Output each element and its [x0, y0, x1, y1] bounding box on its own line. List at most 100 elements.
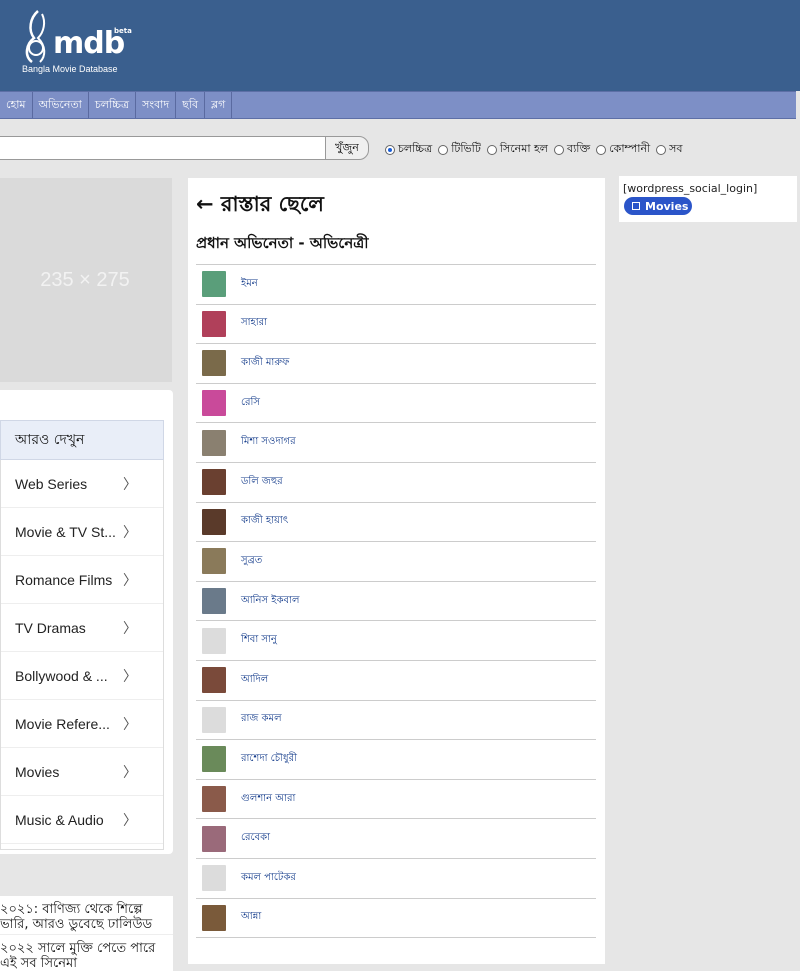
search-option-label: সিনেমা হল	[499, 142, 548, 155]
cast-avatar[interactable]	[202, 390, 226, 417]
movie-title[interactable]: ← রাস্তার ছেলে	[196, 188, 324, 223]
cast-name-link[interactable]: শিবা সানু	[241, 632, 277, 649]
news-link[interactable]: ২০২১: বাণিজ্য থেকে শিল্পে ভারি, আরও ডুবে…	[0, 896, 173, 935]
chevron-right-icon: 〉	[123, 571, 137, 588]
cast-avatar[interactable]	[202, 865, 226, 892]
search-option-tvt[interactable]: টিভিটি	[438, 140, 481, 159]
ad-placeholder: 235 × 275	[0, 178, 172, 382]
cast-name-link[interactable]: কাজী হায়াৎ	[241, 513, 288, 530]
search-option-label: চলচ্চিত্র	[398, 142, 433, 155]
search-option-all[interactable]: সব	[656, 140, 683, 159]
cast-avatar[interactable]	[202, 627, 226, 654]
cast-row[interactable]: সাহারা	[196, 305, 596, 345]
cast-name-link[interactable]: মিশা সওদাগর	[241, 434, 296, 451]
cast-avatar[interactable]	[202, 310, 226, 337]
cast-name-link[interactable]: আদিল	[241, 672, 268, 689]
search-option-cinema-hall[interactable]: সিনেমা হল	[486, 140, 548, 159]
cast-avatar[interactable]	[202, 469, 226, 496]
cast-name-link[interactable]: কাজী মারুফ	[241, 355, 289, 372]
search-option-movie[interactable]: চলচ্চিত্র	[385, 140, 432, 159]
cast-row[interactable]: সুব্রত	[196, 542, 596, 582]
cast-avatar[interactable]	[202, 271, 226, 298]
cast-row[interactable]: কমল পাটেকর	[196, 859, 596, 899]
cast-row[interactable]: রাজ কমল	[196, 701, 596, 741]
cast-avatar[interactable]	[202, 350, 226, 377]
see-more-item[interactable]: Bollywood & ... 〉	[1, 652, 163, 700]
see-more-item[interactable]: Music & Audio 〉	[1, 796, 163, 844]
cast-row[interactable]: কাজী মারুফ	[196, 344, 596, 384]
cast-row[interactable]: গুলশান আরা	[196, 780, 596, 820]
movies-button[interactable]: Movies	[624, 197, 692, 215]
see-more-item-label: Music & Audio	[15, 811, 104, 828]
cast-row[interactable]: রাশেদা চৌধুরী	[196, 740, 596, 780]
radio-icon[interactable]	[596, 144, 607, 155]
cast-name-link[interactable]: গুলশান আরা	[241, 791, 295, 808]
radio-icon[interactable]	[656, 144, 667, 155]
cast-name-link[interactable]: রাজ কমল	[241, 711, 282, 728]
cast-name-link[interactable]: রেবেকা	[241, 830, 270, 847]
nav-item-movies[interactable]: চলচ্চিত্র	[89, 92, 137, 118]
see-more-item[interactable]: Movie & TV St... 〉	[1, 508, 163, 556]
cast-name-link[interactable]: ইমন	[241, 276, 258, 293]
cast-avatar[interactable]	[202, 746, 226, 773]
movie-cast-card: ← রাস্তার ছেলে প্রধান অভিনেতা - অভিনেত্র…	[188, 178, 605, 964]
search-type-options: চলচ্চিত্র টিভিটি সিনেমা হল ব্যক্তি কোম্প…	[385, 140, 689, 159]
radio-icon[interactable]	[554, 144, 564, 155]
nav-item-blog[interactable]: ব্লগ	[205, 92, 233, 118]
cast-name-link[interactable]: আনিস ইকবাল	[241, 593, 299, 610]
cast-name-link[interactable]: কমল পাটেকর	[241, 870, 296, 887]
see-more-item[interactable]: Movie Refere... 〉	[1, 700, 163, 748]
search-option-person[interactable]: ব্যক্তি	[554, 140, 590, 159]
nav-item-actors[interactable]: অভিনেতা	[33, 92, 89, 118]
cast-row[interactable]: ইমন	[196, 265, 596, 305]
cast-row[interactable]: আন্না	[196, 899, 596, 939]
chevron-right-icon: 〉	[123, 619, 137, 636]
cast-name-link[interactable]: রেসি	[241, 395, 260, 412]
cast-avatar[interactable]	[202, 429, 226, 456]
cast-name-link[interactable]: সাহারা	[241, 315, 267, 332]
cast-avatar[interactable]	[202, 825, 226, 852]
cast-name-link[interactable]: ডলি জহুর	[241, 474, 283, 491]
cast-row[interactable]: রেসি	[196, 384, 596, 424]
cast-row[interactable]: ডলি জহুর	[196, 463, 596, 503]
cast-row[interactable]: আদিল	[196, 661, 596, 701]
cast-avatar[interactable]	[202, 706, 226, 733]
cast-avatar[interactable]	[202, 548, 226, 575]
nav-item-home[interactable]: হোম	[0, 92, 33, 118]
nav-item-news[interactable]: সংবাদ	[136, 92, 177, 118]
radio-icon[interactable]	[385, 144, 395, 155]
chevron-right-icon: 〉	[123, 811, 137, 828]
cast-row[interactable]: রেবেকা	[196, 819, 596, 859]
chevron-right-icon: 〉	[123, 667, 137, 684]
cast-avatar[interactable]	[202, 588, 226, 615]
search-option-label: টিভিটি	[451, 142, 481, 155]
see-more-item-label: Romance Films	[15, 571, 113, 588]
cast-row[interactable]: আনিস ইকবাল	[196, 582, 596, 622]
radio-icon[interactable]	[438, 144, 449, 155]
radio-icon[interactable]	[486, 144, 497, 155]
nav-item-photos[interactable]: ছবি	[176, 92, 206, 118]
news-link[interactable]: ২০২২ সালে মুক্তি পেতে পারে এই সব সিনেমা	[0, 935, 173, 971]
see-more-item[interactable]: Movies 〉	[1, 748, 163, 796]
see-more-item-label: Movies	[15, 763, 60, 780]
cast-avatar[interactable]	[202, 667, 226, 694]
see-more-item[interactable]: Web Series 〉	[1, 460, 163, 508]
cast-row[interactable]: শিবা সানু	[196, 621, 596, 661]
cast-name-link[interactable]: রাশেদা চৌধুরী	[241, 751, 297, 768]
search-option-company[interactable]: কোম্পানী	[596, 140, 650, 159]
see-more-item[interactable]: TV Dramas 〉	[1, 604, 163, 652]
search-option-label: সব	[669, 142, 683, 155]
cast-name-link[interactable]: আন্না	[241, 909, 261, 926]
cast-avatar[interactable]	[202, 508, 226, 535]
cast-name-link[interactable]: সুব্রত	[241, 553, 262, 570]
search-button[interactable]: খুঁজুন	[325, 136, 369, 160]
cast-avatar[interactable]	[202, 904, 226, 931]
social-login-widget: [wordpress_social_login] Movies	[619, 176, 797, 222]
cast-avatar[interactable]	[202, 786, 226, 813]
cast-row[interactable]: মিশা সওদাগর	[196, 423, 596, 463]
grid-icon	[632, 202, 640, 210]
site-logo[interactable]: mdb beta Bangla Movie Database	[20, 8, 132, 78]
see-more-item[interactable]: Romance Films 〉	[1, 556, 163, 604]
cast-row[interactable]: কাজী হায়াৎ	[196, 503, 596, 543]
search-input[interactable]	[0, 136, 326, 160]
